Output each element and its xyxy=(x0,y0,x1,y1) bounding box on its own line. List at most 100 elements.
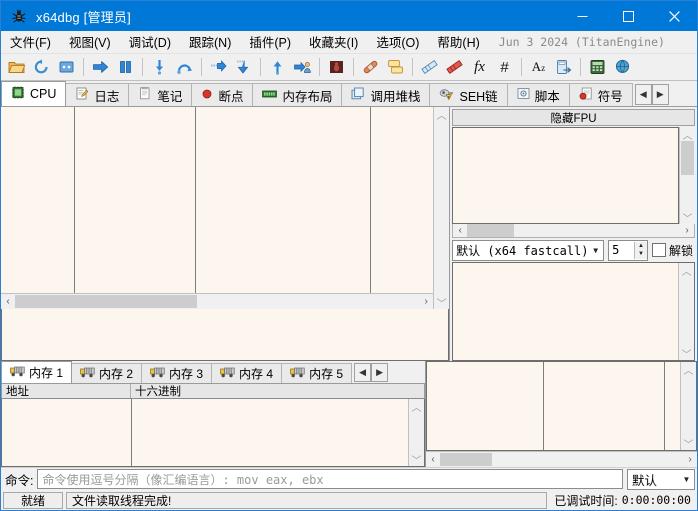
hscroll-thumb[interactable] xyxy=(440,453,492,466)
vscroll-thumb[interactable] xyxy=(681,141,694,175)
hscroll-right-arrow[interactable]: › xyxy=(680,224,694,238)
vscroll-up-arrow[interactable]: ︿ xyxy=(435,107,449,121)
menu-trace[interactable]: 跟踪(N) xyxy=(180,30,240,54)
hscroll-left-arrow[interactable]: ‹ xyxy=(453,224,467,238)
tab-dump-2[interactable]: 内存 2 xyxy=(71,363,142,383)
function-icon[interactable]: fx xyxy=(468,56,491,78)
disassembly-vscrollbar[interactable]: ︿ ﹀ xyxy=(433,107,449,309)
step-into-icon[interactable] xyxy=(148,56,171,78)
vscroll-up-arrow[interactable]: ︿ xyxy=(681,127,695,141)
tab-dump-5[interactable]: 内存 5 xyxy=(281,363,352,383)
tab-call-stack[interactable]: 调用堆栈 xyxy=(341,83,430,106)
hscroll-thumb[interactable] xyxy=(15,295,197,308)
arguments-panel[interactable]: ︿ ﹀ xyxy=(452,262,695,361)
patch-icon[interactable] xyxy=(359,56,382,78)
hscroll-left-arrow[interactable]: ‹ xyxy=(1,295,15,309)
stack-panel[interactable]: ︿ ﹀ xyxy=(426,361,697,451)
registers-hscrollbar[interactable]: ‹ › xyxy=(452,224,695,238)
maximize-button[interactable] xyxy=(605,1,651,31)
step-out-trace-icon[interactable] xyxy=(207,56,230,78)
unlock-checkbox-wrap[interactable]: 解锁 xyxy=(652,242,695,259)
vscroll-down-arrow[interactable]: ﹀ xyxy=(682,436,696,450)
hscroll-track[interactable] xyxy=(15,295,419,308)
arguments-vscrollbar[interactable]: ︿ ﹀ xyxy=(678,263,694,360)
minimize-button[interactable] xyxy=(559,1,605,31)
menu-plugins[interactable]: 插件(P) xyxy=(240,30,300,54)
az-sort-icon[interactable]: Az xyxy=(527,56,550,78)
tab-memory-map[interactable]: 内存布局 xyxy=(252,83,342,106)
open-file-icon[interactable] xyxy=(5,56,28,78)
tab-dump-4[interactable]: 内存 4 xyxy=(211,363,282,383)
hscroll-track[interactable] xyxy=(467,224,680,237)
stepper-buttons[interactable]: ▲ ▼ xyxy=(634,242,647,259)
stepper-down-icon[interactable]: ▼ xyxy=(635,250,647,259)
notes-icon[interactable] xyxy=(418,56,441,78)
vscroll-down-arrow[interactable]: ﹀ xyxy=(680,346,694,360)
tab-notes[interactable]: 笔记 xyxy=(128,83,192,106)
menu-help[interactable]: 帮助(H) xyxy=(428,30,488,54)
tab-seh[interactable]: SEH链 xyxy=(429,83,507,106)
menu-favourites[interactable]: 收藏夹(I) xyxy=(300,30,367,54)
hscroll-thumb[interactable] xyxy=(467,224,514,237)
log-window-icon[interactable] xyxy=(384,56,407,78)
hscroll-right-arrow[interactable]: › xyxy=(419,295,433,309)
arguments-list[interactable] xyxy=(453,263,678,360)
argument-count-stepper[interactable]: 5 ▲ ▼ xyxy=(608,240,648,261)
vscroll-up-arrow[interactable]: ︿ xyxy=(680,263,694,277)
tab-symbols[interactable]: 符号 xyxy=(569,83,633,106)
calling-convention-select[interactable]: 默认 (x64 fastcall) ▼ xyxy=(452,240,604,261)
step-over-icon[interactable] xyxy=(173,56,196,78)
vscroll-up-arrow[interactable]: ︿ xyxy=(410,399,424,413)
dump-col-address-header[interactable]: 地址 xyxy=(2,384,131,398)
execute-till-return-icon[interactable] xyxy=(266,56,289,78)
run-icon[interactable] xyxy=(89,56,112,78)
menu-options[interactable]: 选项(O) xyxy=(367,30,428,54)
hscroll-left-arrow[interactable]: ‹ xyxy=(426,453,440,467)
dump-panel[interactable]: ︿ ﹀ xyxy=(1,399,425,467)
dump-vscrollbar[interactable]: ︿ ﹀ xyxy=(408,399,424,466)
command-mode-select[interactable]: 默认 ▼ xyxy=(627,469,695,490)
vscroll-track[interactable] xyxy=(681,141,694,210)
command-input[interactable]: 命令使用逗号分隔（像汇编语言）: mov eax, ebx xyxy=(37,469,623,489)
tab-log[interactable]: 日志 xyxy=(65,83,129,106)
stack-rows[interactable] xyxy=(427,362,680,450)
hash-icon[interactable]: # xyxy=(493,56,516,78)
vscroll-track[interactable] xyxy=(435,121,448,295)
hscroll-track[interactable] xyxy=(440,453,683,466)
tab-breakpoints[interactable]: 断点 xyxy=(191,83,253,106)
registers-list[interactable] xyxy=(452,127,679,224)
stack-hscrollbar[interactable]: ‹ › xyxy=(426,451,697,467)
restart-icon[interactable] xyxy=(30,56,53,78)
vscroll-up-arrow[interactable]: ︿ xyxy=(682,362,696,376)
tab-dump-1[interactable]: 内存 1 xyxy=(1,361,72,383)
hscroll-right-arrow[interactable]: › xyxy=(683,453,697,467)
menu-view[interactable]: 视图(V) xyxy=(60,30,120,54)
tab-script[interactable]: 脚本 xyxy=(507,83,570,106)
close-button[interactable] xyxy=(651,1,697,31)
tab-scroll-right-button[interactable]: ▶ xyxy=(652,84,669,105)
vscroll-down-arrow[interactable]: ﹀ xyxy=(435,295,449,309)
dump-tab-scroll-left-button[interactable]: ◀ xyxy=(354,363,371,382)
registers-vscrollbar[interactable]: ︿ ﹀ xyxy=(679,127,695,224)
vscroll-track[interactable] xyxy=(680,277,693,346)
calculator-open-icon[interactable] xyxy=(552,56,575,78)
dump-rows[interactable] xyxy=(2,399,408,466)
vscroll-down-arrow[interactable]: ﹀ xyxy=(410,452,424,466)
tab-dump-3[interactable]: 内存 3 xyxy=(141,363,212,383)
stack-vscrollbar[interactable]: ︿ ﹀ xyxy=(680,362,696,450)
attach-icon[interactable] xyxy=(325,56,348,78)
tab-cpu[interactable]: CPU xyxy=(1,81,66,106)
pause-icon[interactable] xyxy=(114,56,137,78)
unlock-checkbox[interactable] xyxy=(652,243,666,257)
vscroll-down-arrow[interactable]: ﹀ xyxy=(681,210,695,224)
disassembly-rows[interactable] xyxy=(1,107,433,293)
info-box-panel[interactable] xyxy=(1,309,449,361)
dump-tab-scroll-right-button[interactable]: ▶ xyxy=(371,363,388,382)
run-to-user-code-icon[interactable] xyxy=(291,56,314,78)
close-debug-icon[interactable] xyxy=(55,56,78,78)
trace-down-icon[interactable] xyxy=(232,56,255,78)
stepper-up-icon[interactable]: ▲ xyxy=(635,242,647,251)
menu-debug[interactable]: 调试(D) xyxy=(120,30,180,54)
calculator-icon[interactable] xyxy=(586,56,609,78)
dump-col-hex-header[interactable]: 十六进制 xyxy=(131,384,409,398)
